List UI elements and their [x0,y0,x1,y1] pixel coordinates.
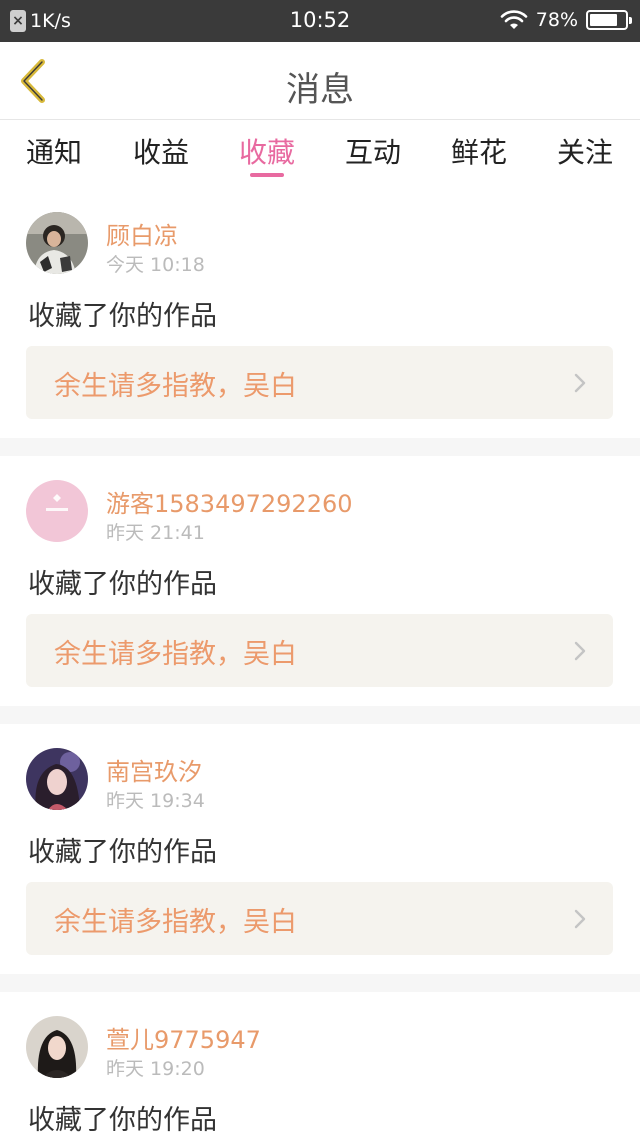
username[interactable]: 顾白凉 [106,216,178,251]
avatar[interactable] [26,212,88,274]
message-item: 顾白凉 今天 10:18 收藏了你的作品 余生请多指教，吴白 [0,188,640,438]
divider [0,974,640,992]
tab-notice[interactable]: 通知 [4,131,104,171]
message-time: 昨天 19:34 [106,790,205,812]
work-link[interactable]: 余生请多指教，吴白 [26,882,613,955]
tab-earnings[interactable]: 收益 [111,131,211,171]
message-time: 今天 10:18 [106,254,205,276]
work-link[interactable]: 余生请多指教，吴白 [26,346,613,419]
chevron-right-icon [574,909,586,929]
action-text: 收藏了你的作品 [28,301,217,332]
chevron-right-icon [574,373,586,393]
tab-follow[interactable]: 关注 [535,131,635,171]
tab-favorites[interactable]: 收藏 [217,131,317,171]
username[interactable]: 游客1583497292260 [106,484,353,519]
work-title: 余生请多指教，吴白 [54,371,297,402]
action-text: 收藏了你的作品 [28,1105,217,1136]
tab-interaction[interactable]: 互动 [323,131,423,171]
message-time: 昨天 21:41 [106,522,205,544]
message-item: 萱儿9775947 昨天 19:20 收藏了你的作品 [0,992,640,1138]
divider [0,438,640,456]
avatar[interactable] [26,748,88,810]
page-title: 消息 [286,70,354,110]
action-text: 收藏了你的作品 [28,569,217,600]
message-item: 南宫玖汐 昨天 19:34 收藏了你的作品 余生请多指教，吴白 [0,724,640,974]
active-tab-indicator [250,173,284,177]
chevron-right-icon [574,641,586,661]
wifi-icon [500,10,528,29]
message-time: 昨天 19:20 [106,1058,205,1080]
avatar[interactable] [26,1016,88,1078]
avatar[interactable] [26,480,88,542]
work-title: 余生请多指教，吴白 [54,907,297,938]
battery-icon [586,10,632,30]
divider [0,706,640,724]
work-title: 余生请多指教，吴白 [54,639,297,670]
battery-level [590,14,617,26]
tab-flowers[interactable]: 鲜花 [429,131,529,171]
status-bar: × 1K/s 10:52 78% [0,0,640,42]
tab-bar: 通知 收益 收藏 互动 鲜花 关注 [0,121,640,187]
action-text: 收藏了你的作品 [28,837,217,868]
status-right: 78% [500,9,632,31]
username[interactable]: 南宫玖汐 [106,752,202,787]
work-link[interactable]: 余生请多指教，吴白 [26,614,613,687]
username[interactable]: 萱儿9775947 [106,1020,261,1055]
battery-percent: 78% [535,9,578,31]
nav-header: 消息 [0,42,640,120]
message-item: 游客1583497292260 昨天 21:41 收藏了你的作品 余生请多指教，… [0,456,640,706]
